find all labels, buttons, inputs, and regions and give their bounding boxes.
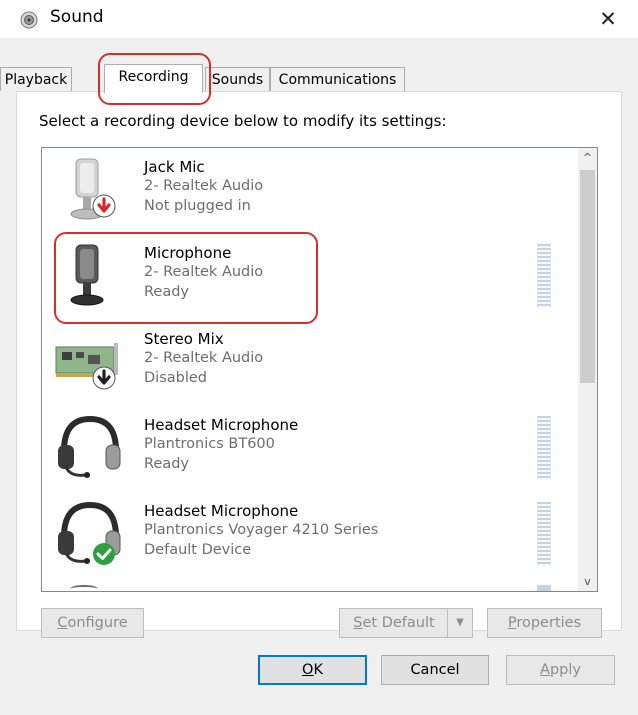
microphone-icon (70, 244, 104, 306)
level-meter (537, 416, 551, 480)
tab-recording[interactable]: Recording (104, 64, 203, 93)
apply-access-key: A (540, 662, 550, 678)
recording-tab-panel: Select a recording device below to modif… (16, 91, 622, 638)
device-item-headset-bt600[interactable]: Headset Microphone Plantronics BT600 Rea… (42, 406, 578, 492)
device-driver: 2- Realtek Audio (144, 178, 264, 194)
scroll-thumb[interactable] (580, 170, 595, 383)
level-meter (537, 244, 551, 308)
down-arrow-icon (92, 194, 116, 218)
headset-icon (58, 415, 121, 478)
device-name: Microphone (144, 244, 232, 262)
device-status: Ready (144, 284, 190, 300)
device-status: Not plugged in (144, 198, 251, 214)
tab-communications[interactable]: Communications (270, 67, 405, 91)
device-name: Stereo Mix (144, 330, 224, 348)
device-name: Headset Microphone (144, 502, 299, 520)
title-bar: Sound ✕ (0, 0, 638, 38)
window-title: Sound (50, 7, 104, 27)
close-button[interactable]: ✕ (596, 8, 620, 32)
scroll-down-button[interactable]: v (578, 572, 597, 591)
device-status: Disabled (144, 370, 207, 386)
down-arrow-icon (92, 366, 116, 390)
tab-playback[interactable]: Playback (0, 67, 72, 91)
tab-sounds[interactable]: Sounds (205, 67, 270, 91)
apply-button[interactable]: Apply (506, 655, 615, 685)
set-default-access-key: S (353, 615, 363, 631)
configure-access-key: C (57, 615, 68, 631)
ok-button[interactable]: OK (258, 655, 367, 685)
chevron-down-icon: v (584, 575, 591, 588)
level-meter (537, 502, 551, 566)
close-icon: ✕ (599, 7, 617, 31)
set-default-label: et Default (362, 615, 435, 631)
device-driver: Plantronics Voyager 4210 Series (144, 522, 379, 538)
device-driver: Plantronics BT600 (144, 436, 275, 452)
instruction-text: Select a recording device below to modif… (39, 112, 447, 130)
properties-label: roperties (516, 615, 582, 631)
device-item-partial (70, 585, 98, 591)
device-status: Ready (144, 456, 190, 472)
device-name: Headset Microphone (144, 416, 299, 434)
cancel-button[interactable]: Cancel (381, 655, 489, 685)
recording-device-list[interactable]: Jack Mic 2- Realtek Audio Not plugged in… (41, 147, 598, 592)
dropdown-arrow-icon[interactable]: ▼ (447, 609, 472, 637)
chevron-up-icon: ^ (582, 151, 593, 164)
vertical-scrollbar[interactable]: ^ v (578, 148, 597, 591)
tab-strip: Playback Recording Sounds Communications (0, 64, 638, 93)
ok-access-key: O (302, 662, 314, 678)
check-icon (93, 543, 115, 565)
configure-button[interactable]: Configure (41, 608, 144, 638)
configure-label: onfigure (67, 615, 128, 631)
device-status: Default Device (144, 542, 252, 558)
set-default-button[interactable]: Set Default ▼ (339, 608, 473, 638)
device-item-stereo-mix[interactable]: Stereo Mix 2- Realtek Audio Disabled (42, 320, 578, 406)
device-item-jack-mic[interactable]: Jack Mic 2- Realtek Audio Not plugged in (42, 148, 578, 234)
dialog-client-area: Playback Recording Sounds Communications… (0, 38, 638, 715)
properties-button[interactable]: Properties (487, 608, 602, 638)
device-driver: 2- Realtek Audio (144, 264, 264, 280)
device-name: Jack Mic (144, 158, 205, 176)
level-meter (537, 585, 551, 591)
device-item-microphone[interactable]: Microphone 2- Realtek Audio Ready (42, 234, 578, 320)
ok-label: K (313, 662, 323, 678)
device-item-headset-voyager[interactable]: Headset Microphone Plantronics Voyager 4… (42, 492, 578, 578)
apply-label: pply (549, 662, 581, 678)
speaker-icon (20, 11, 38, 29)
device-driver: 2- Realtek Audio (144, 350, 264, 366)
scroll-up-button[interactable]: ^ (578, 148, 597, 167)
